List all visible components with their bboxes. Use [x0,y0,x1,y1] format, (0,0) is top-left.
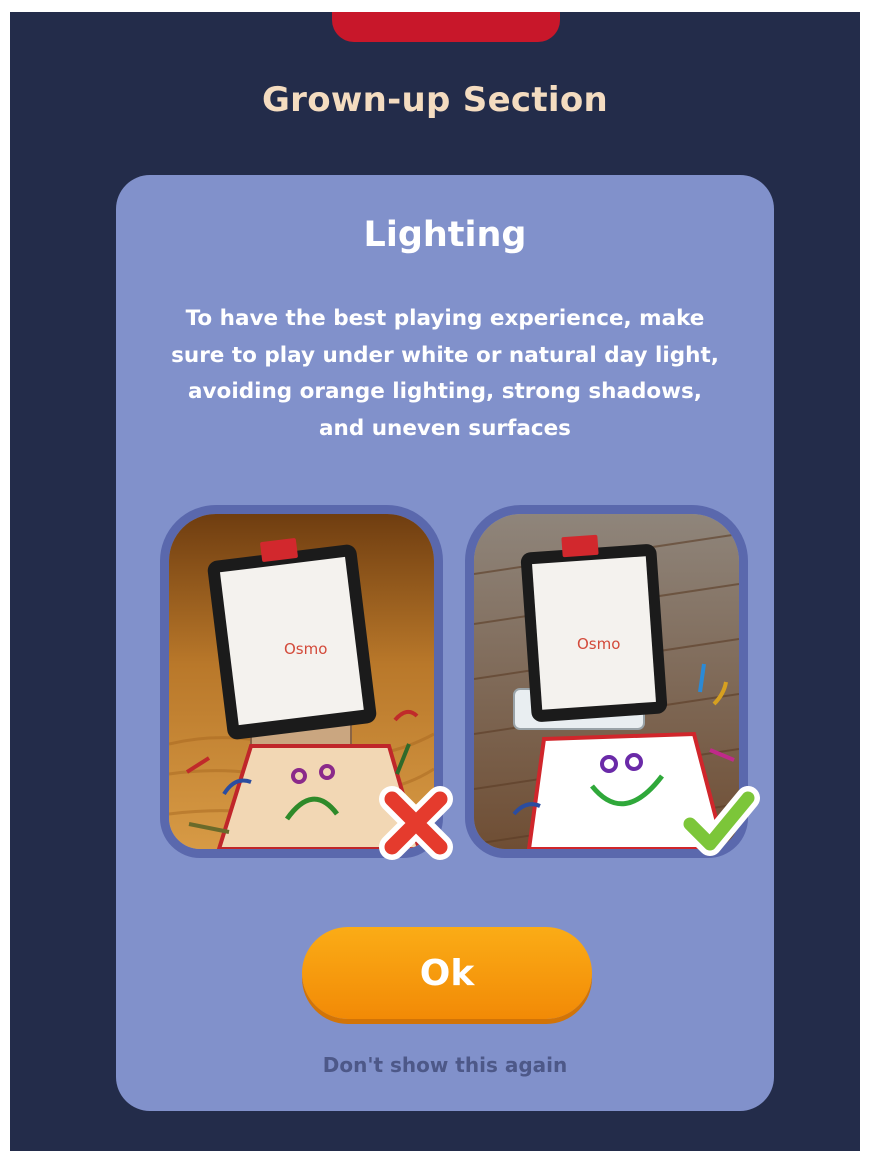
checkmark-icon [676,778,760,862]
dont-show-again-link[interactable]: Don't show this again [116,1053,774,1077]
osmo-logo: Osmo [284,640,327,658]
dialog-title: Lighting [363,215,527,255]
page-title: Grown-up Section [261,80,609,120]
grown-up-screen: Grown-up Section Lighting To have the be… [10,12,860,1151]
dialog-message: To have the best playing experience, mak… [171,306,719,441]
osmo-logo: Osmo [577,635,620,653]
ok-button[interactable]: Ok [302,927,592,1019]
lighting-dialog: Lighting To have the best playing experi… [116,175,774,1111]
top-tab-button[interactable] [332,12,560,42]
x-mark-icon [374,781,458,865]
